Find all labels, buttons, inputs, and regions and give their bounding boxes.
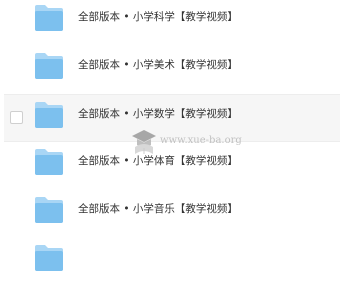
folder-name[interactable]: 全部版本 • 小学美术【教学视频】 (78, 58, 238, 72)
folder-row[interactable]: 全部版本 • 小学科学【教学视频】 (4, 0, 340, 46)
folder-name[interactable]: 全部版本 • 小学音乐【教学视频】 (78, 202, 238, 216)
folder-icon (34, 196, 64, 224)
folder-icon (34, 148, 64, 176)
watermark-text: www.xue-ba.org (160, 135, 242, 146)
folder-name[interactable]: 全部版本 • 小学科学【教学视频】 (78, 10, 238, 24)
folder-name[interactable]: 全部版本 • 小学数学【教学视频】 (78, 107, 238, 121)
site-watermark: www.xue-ba.org (130, 127, 250, 161)
select-checkbox[interactable] (10, 111, 23, 124)
file-list: 全部版本 • 小学科学【教学视频】 全部版本 • 小学美术【教学视频】 全部版本… (0, 0, 340, 271)
folder-icon (34, 52, 64, 80)
folder-icon (34, 101, 64, 129)
folder-icon (34, 244, 64, 272)
folder-row[interactable]: 全部版本 • 小学美术【教学视频】 (4, 46, 340, 94)
folder-icon (34, 4, 64, 32)
folder-row[interactable] (4, 238, 340, 286)
graduation-cap-icon (132, 130, 156, 154)
folder-row[interactable]: 全部版本 • 小学音乐【教学视频】 (4, 190, 340, 238)
